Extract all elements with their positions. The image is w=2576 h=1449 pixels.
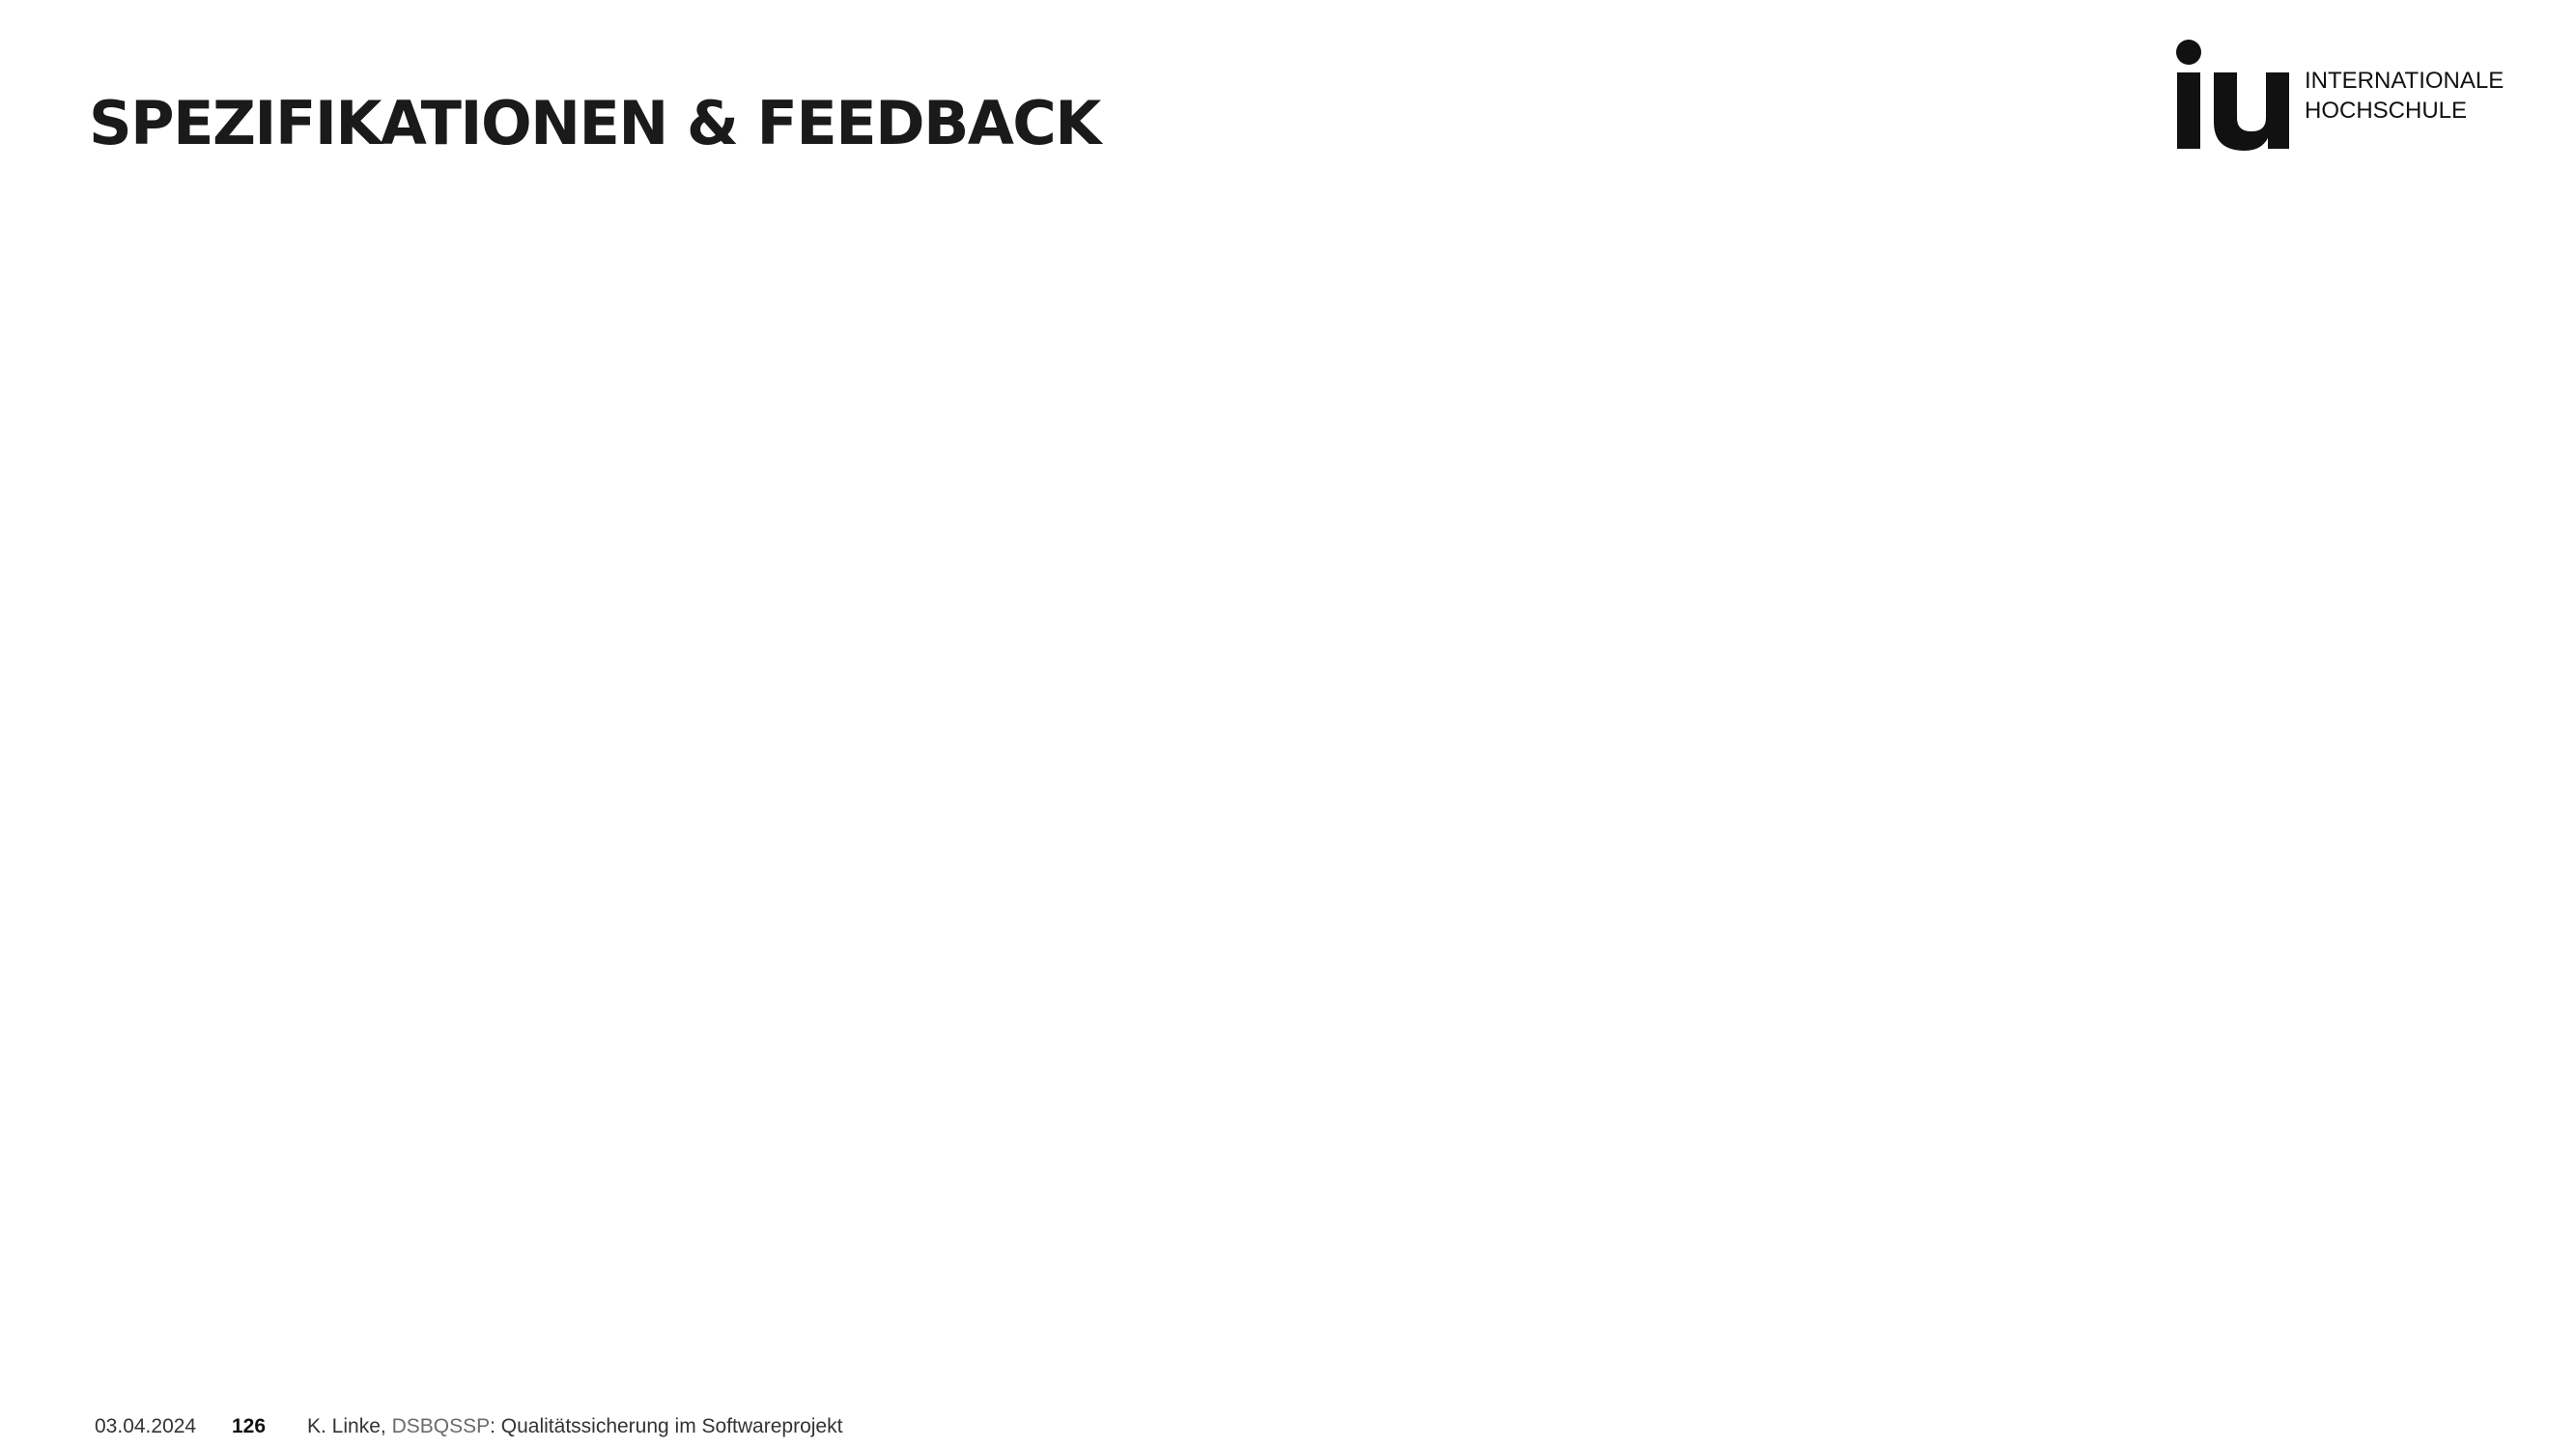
logo-wordmark: INTERNATIONALE HOCHSCHULE bbox=[2305, 66, 2504, 126]
footer-course-info: K. Linke, DSBQSSP: Qualitätssicherung im… bbox=[307, 1412, 842, 1441]
university-logo: INTERNATIONALE HOCHSCHULE bbox=[2175, 39, 2504, 155]
footer-date: 03.04.2024 bbox=[95, 1415, 197, 1437]
logo-line-2: HOCHSCHULE bbox=[2305, 98, 2468, 124]
iu-logo-icon bbox=[2176, 40, 2289, 151]
footer-page-number: 126 bbox=[232, 1415, 267, 1437]
logo-line-1: INTERNATIONALE bbox=[2305, 68, 2505, 94]
footer-course-code: DSBQSSP bbox=[391, 1415, 491, 1437]
slide-title: SPEZIFIKATIONEN & FEEDBACK bbox=[89, 88, 1101, 158]
footer-author: K. Linke, bbox=[307, 1415, 392, 1437]
footer-course-title: : Qualitätssicherung im Softwareprojekt bbox=[490, 1415, 843, 1437]
